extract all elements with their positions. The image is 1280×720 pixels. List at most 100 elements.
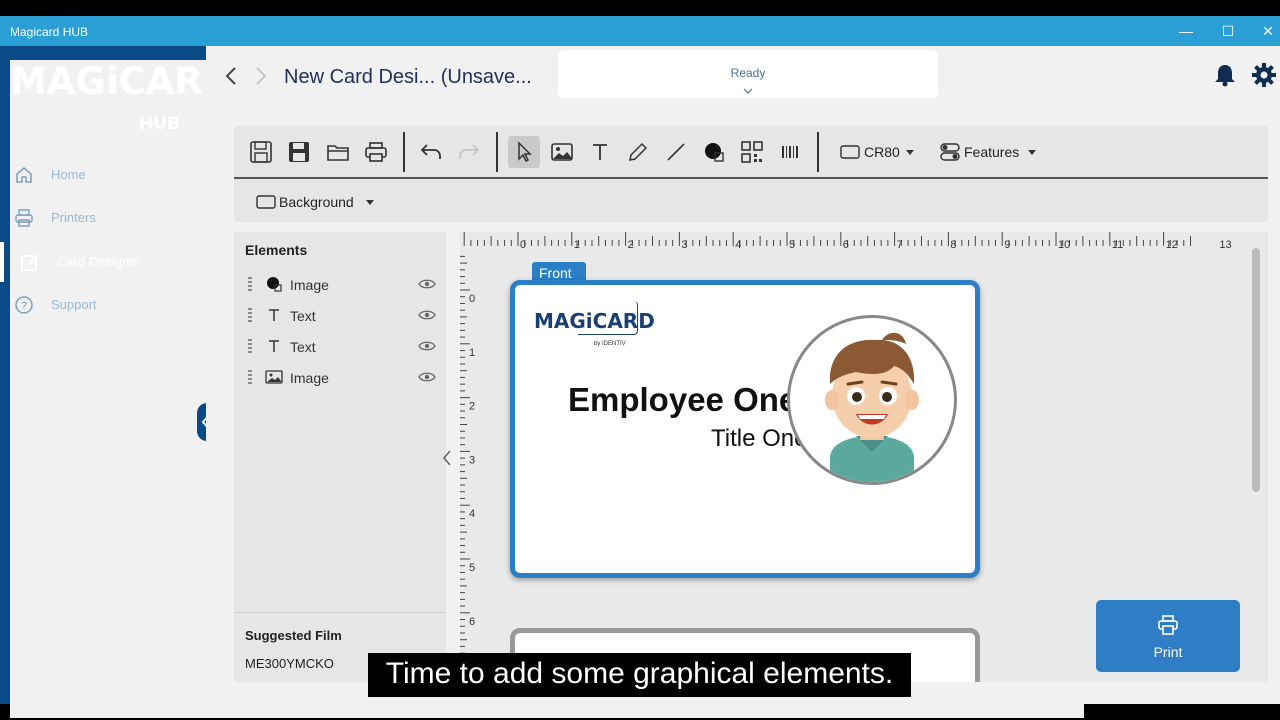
maximize-icon[interactable]: ☐ [1218,21,1238,41]
gear-icon[interactable] [1251,62,1277,88]
ruler-label: 8 [950,239,956,251]
qrcode-tool-button[interactable] [736,136,768,168]
card-front[interactable]: MAGiCARD by IDENTIV Employee One Title O… [510,280,980,578]
sidebar-item-printers[interactable]: Printers [0,198,206,238]
ruler-label: 7 [897,239,903,251]
canvas-scrollbar[interactable] [1252,248,1260,492]
redo-button[interactable] [453,136,485,168]
element-label: Image [290,277,329,293]
sidebar-item-label: Home [51,167,86,182]
toolbar-divider [403,132,405,172]
status-panel[interactable]: Ready [558,50,938,98]
barcode-tool-button[interactable] [774,136,806,168]
image-icon [265,370,283,384]
element-row[interactable]: Text [234,303,446,329]
chevron-down-icon [743,88,753,94]
employee-name-text[interactable]: Employee One [568,381,797,419]
ruler-label: 3 [681,239,687,251]
shape-icon [705,143,724,162]
element-row[interactable]: Image [234,365,446,391]
shape-tool-button[interactable] [698,136,730,168]
caret-down-icon [1028,150,1036,155]
status-text: Ready [730,66,766,80]
close-icon[interactable]: ✕ [1258,21,1278,41]
card-icon [256,195,276,209]
minimize-icon[interactable]: — [1176,21,1196,41]
forward-icon[interactable] [254,66,268,86]
sidebar-item-card-designer[interactable]: Card Designer [0,242,206,282]
back-icon[interactable] [224,66,238,86]
save-as-button[interactable] [283,136,315,168]
caret-down-icon [366,200,374,205]
print-toolbar-button[interactable] [360,136,392,168]
element-row[interactable]: Text [234,334,446,360]
ruler-label: 0 [469,293,475,305]
cursor-icon [518,141,532,163]
sidebar-item-home[interactable]: Home [0,155,206,195]
text-icon [593,144,607,160]
pen-tool-button[interactable] [622,136,654,168]
window-titlebar: Magicard HUB — ☐ ✕ [0,16,1280,46]
eye-icon[interactable] [418,277,436,291]
svg-text:?: ? [21,300,27,312]
page-title: New Card Desi... (Unsave... [284,66,532,88]
sidebar-item-support[interactable]: ? Support [0,285,206,325]
sidebar-item-label: Support [51,297,97,312]
folder-icon [327,145,349,161]
eye-icon[interactable] [418,370,436,384]
elements-title: Elements [245,242,308,258]
sidebar-item-label: Printers [51,210,96,225]
ruler-label: 6 [843,239,849,251]
front-label: Front [539,265,572,281]
divider [234,612,446,613]
text-icon [269,309,279,321]
card-size-dropdown[interactable]: CR80 [840,140,920,164]
save-button[interactable] [245,136,277,168]
image-tool-button[interactable] [546,136,578,168]
panel-collapse-icon[interactable] [440,448,454,468]
drag-handle-icon[interactable] [248,308,252,322]
print-button[interactable]: Print [1096,600,1240,672]
drag-handle-icon[interactable] [248,339,252,353]
qrcode-icon [741,141,763,163]
pen-icon [629,142,648,161]
select-tool-button[interactable] [508,136,540,168]
text-tool-button[interactable] [584,136,616,168]
ruler-label: 1 [574,239,580,251]
ruler-label: 4 [735,239,741,251]
toolbar-separator [234,177,1268,179]
bell-icon[interactable] [1212,62,1238,88]
help-icon: ? [15,296,33,314]
features-dropdown[interactable]: Features [940,140,1040,164]
ruler-label: 9 [1004,239,1010,251]
ruler-label: 0 [520,239,526,251]
ruler-label: 5 [789,239,795,251]
background-dropdown[interactable]: Background [256,190,376,214]
line-tool-button[interactable] [660,136,692,168]
eye-icon[interactable] [418,308,436,322]
save-icon [250,141,272,163]
elements-panel: Elements Image Text Text Image Suggested… [234,232,446,682]
element-label: Text [290,339,316,355]
print-label: Print [1153,644,1183,660]
eye-icon[interactable] [418,339,436,353]
drag-handle-icon[interactable] [248,370,252,384]
logo-hub-text: HUB [139,114,180,134]
printer-icon [1158,615,1178,635]
drag-handle-icon[interactable] [248,277,252,291]
card-size-value: CR80 [864,144,900,160]
undo-button[interactable] [415,136,447,168]
employee-photo[interactable] [787,315,957,485]
avatar-illustration [825,332,919,482]
element-row[interactable]: Image [234,272,446,298]
element-label: Text [290,308,316,324]
ruler-label: 6 [469,616,475,628]
open-button[interactable] [322,136,354,168]
barcode-icon [782,146,798,158]
card-logo[interactable]: MAGiCARD by IDENTIV [534,301,655,353]
ruler-label: 3 [469,454,475,466]
ruler-label: 2 [628,239,634,251]
toolbar: CR80 Features Background [234,126,1268,222]
app-frame: Magicard HUB — ☐ ✕ MAGiCARD HUB Home Pri… [0,0,1280,720]
sidebar: MAGiCARD HUB Home Printers Card Designer… [0,46,1084,718]
